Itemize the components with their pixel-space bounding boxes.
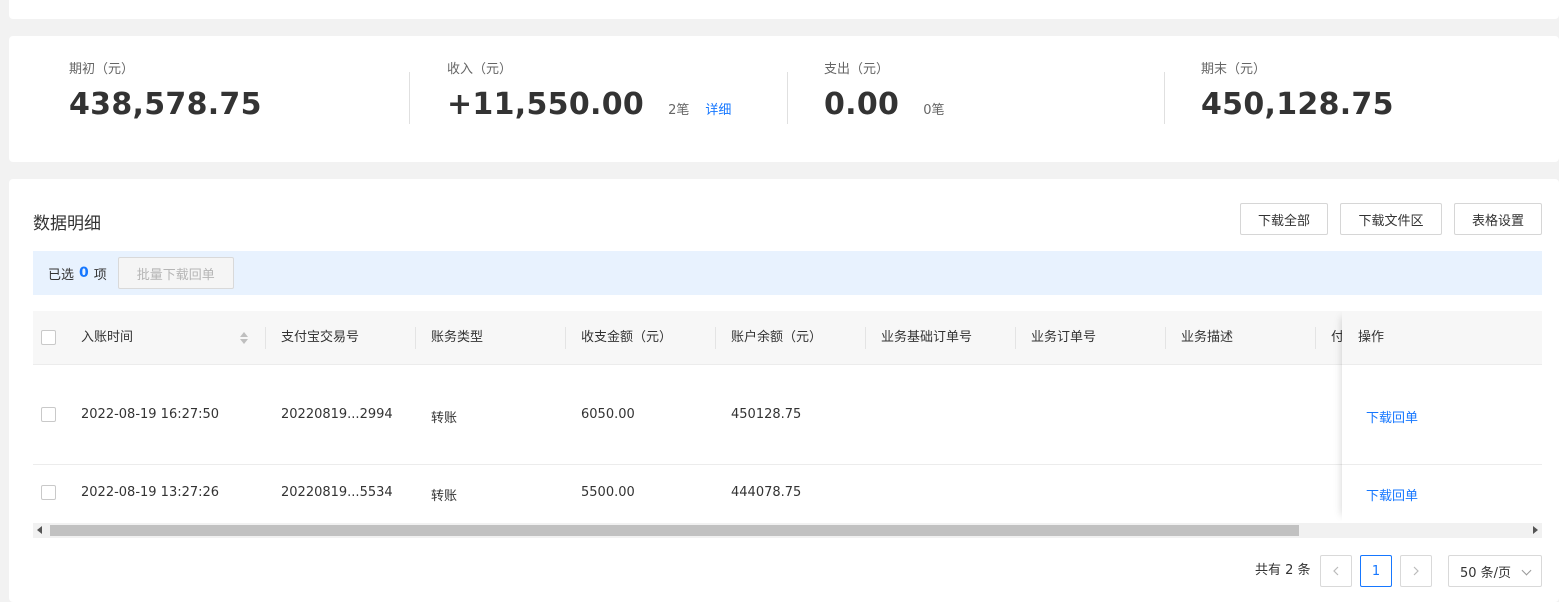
detail-title: 数据明细 bbox=[33, 214, 101, 234]
scrollbar-thumb[interactable] bbox=[50, 525, 1299, 536]
trade-number: 20220819...5534 bbox=[281, 485, 393, 500]
column-header: 业务基础订单号 bbox=[881, 330, 973, 345]
action-column: 操作 下载回单 下载回单 bbox=[1342, 311, 1542, 521]
closing-balance-value: 450,128.75 bbox=[1201, 87, 1394, 122]
horizontal-scrollbar[interactable] bbox=[33, 523, 1542, 538]
stat-divider bbox=[787, 72, 788, 124]
column-header: 支付宝交易号 bbox=[281, 330, 360, 345]
row-checkbox[interactable] bbox=[41, 485, 56, 500]
table-row: 2022-08-19 13:27:26 20220819...5534 转账 5… bbox=[33, 465, 1542, 521]
opening-balance-stat: 期初（元） 438,578.75 bbox=[69, 62, 262, 136]
column-header: 业务订单号 bbox=[1031, 330, 1097, 345]
chevron-down-icon bbox=[1521, 565, 1532, 576]
entry-time: 2022-08-19 13:27:26 bbox=[81, 485, 220, 500]
expense-stat: 支出（元） 0.00 0笔 bbox=[824, 62, 945, 136]
expense-label: 支出（元） bbox=[824, 62, 890, 77]
column-header: 收支金额（元） bbox=[581, 330, 673, 345]
download-receipt-link[interactable]: 下载回单 bbox=[1350, 407, 1418, 426]
column-header: 业务描述 bbox=[1181, 330, 1234, 345]
expense-value: 0.00 bbox=[824, 87, 900, 122]
income-detail-link[interactable]: 详细 bbox=[705, 99, 731, 118]
selection-suffix: 项 bbox=[93, 267, 107, 283]
page-number-button[interactable]: 1 bbox=[1360, 555, 1392, 587]
expense-count: 0笔 bbox=[923, 103, 945, 118]
column-header: 账户余额（元） bbox=[731, 330, 823, 345]
trade-number: 20220819...2994 bbox=[281, 407, 393, 422]
row-checkbox[interactable] bbox=[41, 407, 56, 422]
amount: 6050.00 bbox=[581, 407, 635, 422]
balance: 450128.75 bbox=[731, 407, 802, 422]
action-cell: 下载回单 bbox=[1342, 366, 1542, 465]
total-count: 共有 2 条 bbox=[1255, 563, 1311, 578]
opening-balance-value: 438,578.75 bbox=[69, 87, 262, 122]
download-file-area-button[interactable]: 下载文件区 bbox=[1340, 203, 1442, 235]
column-header: 付 bbox=[1331, 330, 1343, 345]
top-panel-strip bbox=[9, 0, 1559, 19]
table-row: 2022-08-19 16:27:50 20220819...2994 转账 6… bbox=[33, 366, 1542, 465]
table-header: 入账时间 支付宝交易号 账务类型 收支金额（元） 账户余额（元） 业务基础订单号… bbox=[33, 311, 1542, 365]
income-stat: 收入（元） +11,550.00 2笔 详细 bbox=[447, 62, 731, 136]
column-header: 账务类型 bbox=[431, 330, 484, 345]
income-value: +11,550.00 bbox=[447, 87, 645, 122]
selection-count: 0 bbox=[79, 265, 89, 281]
stat-divider bbox=[409, 72, 410, 124]
column-header: 操作 bbox=[1358, 330, 1385, 345]
stat-divider bbox=[1164, 72, 1165, 124]
income-label: 收入（元） bbox=[447, 62, 513, 77]
sort-icon[interactable] bbox=[239, 331, 249, 345]
account-type: 转账 bbox=[431, 411, 458, 426]
action-header-cell: 操作 bbox=[1342, 311, 1542, 365]
balance: 444078.75 bbox=[731, 485, 802, 500]
page-size-value: 50 条/页 bbox=[1460, 565, 1512, 581]
detail-card: 数据明细 下载全部 下载文件区 表格设置 已选 0 项 批量下载回单 入账时间 … bbox=[9, 179, 1559, 602]
scroll-left-arrow-icon[interactable] bbox=[37, 526, 42, 534]
batch-download-button[interactable]: 批量下载回单 bbox=[117, 257, 234, 289]
next-page-button[interactable] bbox=[1400, 555, 1432, 587]
closing-balance-stat: 期末（元） 450,128.75 bbox=[1201, 62, 1394, 136]
chevron-left-icon bbox=[1333, 566, 1339, 576]
download-receipt-link[interactable]: 下载回单 bbox=[1350, 485, 1418, 504]
selection-bar: 已选 0 项 批量下载回单 bbox=[33, 251, 1542, 295]
amount: 5500.00 bbox=[581, 485, 635, 500]
page-size-select[interactable]: 50 条/页 bbox=[1448, 555, 1542, 587]
scroll-right-arrow-icon[interactable] bbox=[1533, 526, 1538, 534]
account-type: 转账 bbox=[431, 489, 458, 504]
select-all-checkbox[interactable] bbox=[41, 330, 56, 345]
download-all-button[interactable]: 下载全部 bbox=[1240, 203, 1328, 235]
entry-time: 2022-08-19 16:27:50 bbox=[81, 407, 220, 422]
column-header[interactable]: 入账时间 bbox=[65, 311, 265, 365]
summary-card: 期初（元） 438,578.75 收入（元） +11,550.00 2笔 详细 … bbox=[9, 36, 1559, 162]
opening-balance-label: 期初（元） bbox=[69, 62, 135, 77]
prev-page-button[interactable] bbox=[1320, 555, 1352, 587]
chevron-right-icon bbox=[1413, 566, 1419, 576]
table-settings-button[interactable]: 表格设置 bbox=[1454, 203, 1542, 235]
action-cell: 下载回单 bbox=[1342, 465, 1542, 521]
closing-balance-label: 期末（元） bbox=[1201, 62, 1267, 77]
selection-prefix: 已选 bbox=[48, 267, 75, 283]
transactions-table: 入账时间 支付宝交易号 账务类型 收支金额（元） 账户余额（元） 业务基础订单号… bbox=[33, 311, 1542, 521]
income-count: 2笔 bbox=[668, 103, 690, 118]
